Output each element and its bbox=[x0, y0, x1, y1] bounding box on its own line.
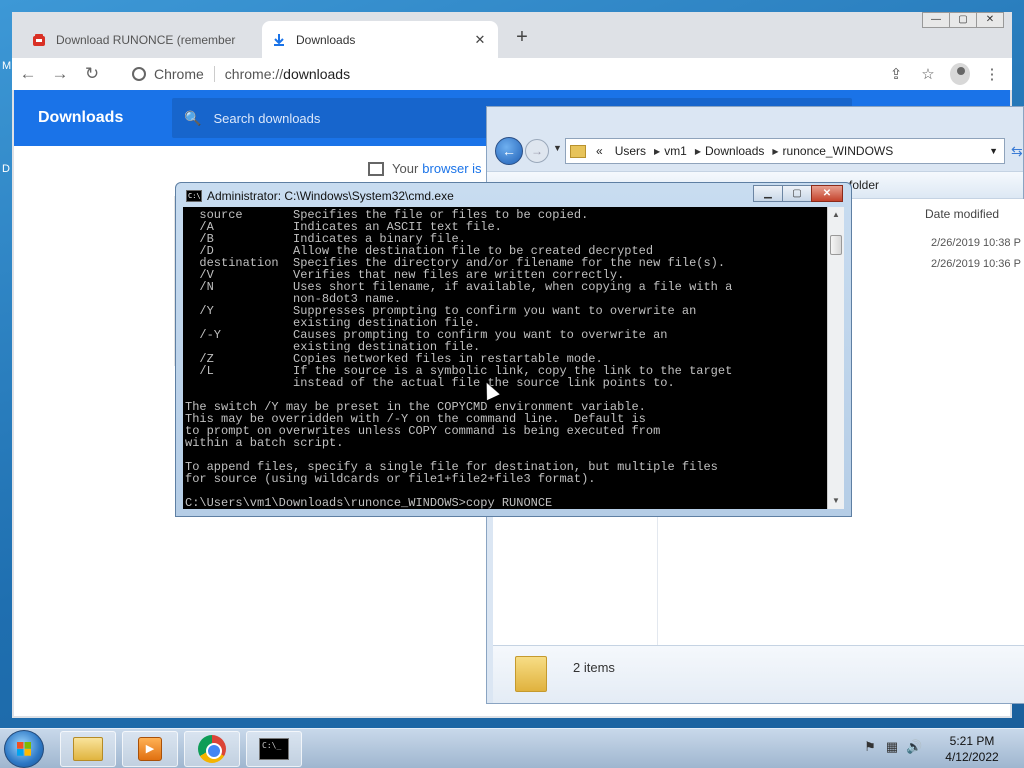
column-header-date-modified[interactable]: Date modified bbox=[925, 207, 999, 221]
tab-downloads[interactable]: Downloads ✕ bbox=[262, 21, 498, 59]
taskbar: ▶ C:\_ ⚑ ▦ 🔊 5:21 PM 4/12/2022 bbox=[0, 728, 1024, 768]
download-icon bbox=[274, 34, 284, 46]
reload-icon[interactable]: ↻ bbox=[76, 64, 108, 84]
desktop-icon-label-fragment: D bbox=[2, 163, 10, 175]
address-chip: Chrome bbox=[154, 66, 215, 82]
clock-date: 4/12/2022 bbox=[945, 750, 999, 764]
search-input[interactable] bbox=[213, 110, 514, 126]
toolbar-actions: ⇪ ☆ ⋮ bbox=[886, 58, 1002, 90]
forward-arrow-icon[interactable]: → bbox=[44, 64, 76, 84]
building-icon bbox=[368, 161, 384, 176]
window-controls: — ▢ ✕ bbox=[922, 12, 1004, 28]
cmd-icon: C:\_ bbox=[259, 738, 289, 760]
breadcrumb-downloads[interactable]: Downloads bbox=[705, 144, 764, 158]
chevron-right-icon[interactable]: ▶ bbox=[654, 147, 660, 156]
profile-avatar-icon[interactable] bbox=[950, 63, 970, 85]
managed-notice: Your browser is bbox=[368, 161, 482, 176]
start-button[interactable] bbox=[4, 730, 44, 768]
maximize-button[interactable]: ▢ bbox=[782, 185, 812, 202]
breadcrumb-overflow[interactable]: « bbox=[596, 144, 603, 158]
system-clock[interactable]: 5:21 PM 4/12/2022 bbox=[930, 733, 1014, 765]
bookmark-star-icon[interactable]: ☆ bbox=[918, 65, 938, 83]
tab-download-runonce[interactable]: Download RUNONCE (remember bbox=[22, 21, 250, 59]
browser-toolbar: ← → ↻ Chrome chrome://downloads ⇪ ☆ ⋮ bbox=[12, 58, 1012, 90]
close-button[interactable]: ✕ bbox=[976, 12, 1004, 28]
history-dropdown-icon[interactable]: ▼ bbox=[553, 143, 562, 153]
back-arrow-icon[interactable]: ← bbox=[12, 64, 44, 84]
cmd-window: C:\ Administrator: C:\Windows\System32\c… bbox=[175, 182, 852, 517]
tab-title: Download RUNONCE (remember bbox=[56, 33, 236, 47]
scroll-up-icon[interactable]: ▲ bbox=[828, 207, 844, 223]
tab-title: Downloads bbox=[296, 33, 356, 47]
action-center-flag-icon[interactable]: ⚑ bbox=[862, 739, 878, 755]
media-player-icon: ▶ bbox=[138, 737, 162, 761]
address-bar[interactable]: Chrome chrome://downloads bbox=[122, 60, 907, 88]
console-line: within a batch script. bbox=[185, 436, 344, 450]
page-title: Downloads bbox=[38, 109, 124, 126]
file-row-date[interactable]: 2/26/2019 10:38 P bbox=[931, 237, 1021, 249]
folder-icon bbox=[570, 144, 586, 158]
console-line: C:\Users\vm1\Downloads\runonce_WINDOWS>c… bbox=[185, 496, 553, 509]
taskbar-media-player[interactable]: ▶ bbox=[122, 731, 178, 767]
network-icon[interactable]: ▦ bbox=[884, 739, 900, 755]
breadcrumb-runonce-windows[interactable]: runonce_WINDOWS bbox=[783, 144, 894, 158]
new-tab-button[interactable]: + bbox=[510, 26, 534, 49]
forward-arrow-icon[interactable]: → bbox=[525, 139, 549, 163]
share-icon[interactable]: ⇪ bbox=[886, 65, 906, 83]
refresh-icon[interactable]: ⇆ bbox=[1011, 143, 1023, 160]
close-button[interactable]: ✕ bbox=[811, 185, 843, 202]
chevron-right-icon[interactable]: ▶ bbox=[695, 147, 701, 156]
cmd-title-bar[interactable]: C:\ Administrator: C:\Windows\System32\c… bbox=[186, 187, 454, 205]
file-explorer-icon bbox=[73, 737, 103, 761]
back-arrow-icon[interactable]: ← bbox=[495, 137, 523, 165]
tab-strip: Download RUNONCE (remember Downloads ✕ +… bbox=[12, 12, 1012, 59]
scroll-down-icon[interactable]: ▼ bbox=[828, 493, 844, 509]
chevron-down-icon[interactable]: ▼ bbox=[989, 146, 998, 156]
clock-time: 5:21 PM bbox=[949, 734, 995, 748]
chevron-right-icon[interactable]: ▶ bbox=[772, 147, 778, 156]
breadcrumb-vm1[interactable]: vm1 bbox=[664, 144, 687, 158]
cmd-scrollbar[interactable]: ▲ ▼ bbox=[827, 207, 844, 509]
breadcrumb-users[interactable]: Users bbox=[615, 144, 646, 158]
volume-icon[interactable]: 🔊 bbox=[906, 739, 922, 755]
explorer-address-bar[interactable]: « Users ▶ vm1 ▶ Downloads ▶ runonce_WIND… bbox=[565, 138, 1005, 164]
cmd-console[interactable]: source Specifies the file or files to be… bbox=[183, 207, 827, 509]
search-icon: 🔍 bbox=[184, 109, 202, 126]
close-tab-icon[interactable]: ✕ bbox=[472, 32, 488, 48]
favicon-icon bbox=[33, 34, 45, 46]
chrome-icon bbox=[198, 735, 226, 763]
file-row-date[interactable]: 2/26/2019 10:36 P bbox=[931, 258, 1021, 270]
menu-kebab-icon[interactable]: ⋮ bbox=[982, 65, 1002, 83]
taskbar-cmd[interactable]: C:\_ bbox=[246, 731, 302, 767]
explorer-details-pane: 2 items bbox=[493, 645, 1024, 703]
cmd-window-controls: ▁ ▢ ✕ bbox=[753, 185, 843, 202]
desktop-icon-label-fragment: M bbox=[2, 60, 12, 72]
maximize-button[interactable]: ▢ bbox=[949, 12, 977, 28]
managed-text: Your bbox=[392, 161, 419, 176]
minimize-button[interactable]: — bbox=[922, 12, 950, 28]
chrome-page-icon bbox=[132, 67, 146, 81]
console-line: for source (using wildcards or file1+fil… bbox=[185, 472, 596, 486]
address-url: chrome://downloads bbox=[224, 66, 351, 82]
scroll-thumb[interactable] bbox=[830, 235, 842, 255]
cmd-title: Administrator: C:\Windows\System32\cmd.e… bbox=[207, 189, 454, 203]
folder-icon bbox=[515, 656, 547, 692]
item-count: 2 items bbox=[573, 660, 615, 675]
explorer-nav: ← → ▼ « Users ▶ vm1 ▶ Downloads ▶ runonc… bbox=[487, 131, 1023, 167]
console-line: instead of the actual file the source li… bbox=[185, 376, 675, 390]
taskbar-chrome[interactable] bbox=[184, 731, 240, 767]
system-tray: ⚑ ▦ 🔊 bbox=[862, 739, 922, 755]
managed-link[interactable]: browser is bbox=[422, 161, 481, 176]
cmd-icon: C:\ bbox=[186, 190, 202, 202]
minimize-button[interactable]: ▁ bbox=[753, 185, 783, 202]
taskbar-explorer[interactable] bbox=[60, 731, 116, 767]
